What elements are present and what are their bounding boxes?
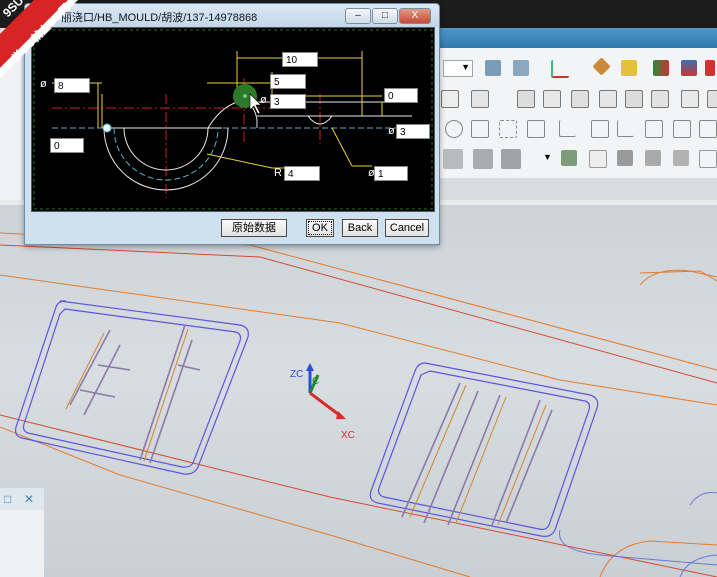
shaded-edges-icon[interactable] bbox=[617, 150, 633, 166]
color-swatch-icon[interactable] bbox=[443, 149, 463, 169]
length-top-input[interactable]: 10 bbox=[282, 52, 318, 67]
restore-icon[interactable]: □ bbox=[4, 492, 11, 506]
maximize-button[interactable]: □ bbox=[372, 8, 398, 24]
toolbar-row-4: ▼ bbox=[437, 148, 717, 170]
surface-icon-9[interactable] bbox=[707, 90, 717, 108]
shaded-icon-2[interactable] bbox=[645, 150, 661, 166]
surface-icon-5[interactable] bbox=[599, 90, 617, 108]
cancel-button[interactable]: Cancel bbox=[385, 219, 429, 237]
axis-yc-label: C bbox=[312, 376, 320, 387]
measure-icon[interactable] bbox=[591, 120, 609, 138]
axis-xc-label: XC bbox=[341, 430, 355, 441]
offset-left-input[interactable]: 0 bbox=[50, 138, 84, 153]
layer-icon[interactable] bbox=[485, 60, 501, 76]
snap-icon[interactable] bbox=[592, 57, 611, 76]
view-icon[interactable] bbox=[653, 60, 669, 76]
model-wireframe bbox=[0, 232, 717, 577]
transform-icon[interactable] bbox=[499, 120, 517, 138]
surface-icon-3[interactable] bbox=[543, 90, 561, 108]
surface-icon-7[interactable] bbox=[651, 90, 669, 108]
main-toolbar: ▼ ▼ bbox=[437, 48, 717, 178]
watermark-ribbon: 9SUG 学UG就上UG网 bbox=[0, 0, 90, 90]
angle-icon[interactable] bbox=[559, 120, 576, 137]
color-swatch-icon-2[interactable] bbox=[473, 149, 493, 169]
surface-icon-4[interactable] bbox=[571, 90, 589, 108]
docked-panel: □ ✕ bbox=[0, 488, 44, 577]
hidden-lines-icon[interactable] bbox=[699, 150, 717, 168]
minimize-button[interactable]: – bbox=[345, 8, 371, 24]
view-icon-2[interactable] bbox=[681, 60, 697, 76]
view-icon-3[interactable] bbox=[705, 60, 715, 76]
surface-icon[interactable] bbox=[471, 90, 489, 108]
measure-icon-3[interactable] bbox=[673, 120, 691, 138]
move-icon[interactable] bbox=[471, 120, 489, 138]
diameter-symbol: ø bbox=[388, 125, 395, 137]
toolbar-row-2 bbox=[437, 88, 717, 110]
measure-icon-4[interactable] bbox=[699, 120, 717, 138]
close-button[interactable]: X bbox=[399, 8, 431, 24]
length-mid-input[interactable]: 5 bbox=[270, 74, 306, 89]
mirror-icon[interactable] bbox=[527, 120, 545, 138]
chevron-down-icon[interactable]: ▼ bbox=[543, 152, 552, 162]
toolbar-dropdown[interactable]: ▼ bbox=[443, 60, 473, 77]
rotate-icon[interactable] bbox=[445, 120, 463, 138]
surface-icon-6[interactable] bbox=[625, 90, 643, 108]
offset-right-input[interactable]: 0 bbox=[384, 88, 418, 103]
chevron-down-icon: ▼ bbox=[461, 62, 470, 72]
ribbon-tab-bar bbox=[437, 28, 717, 48]
shaded-icon-3[interactable] bbox=[673, 150, 689, 166]
radius-input[interactable]: 4 bbox=[284, 166, 320, 181]
curve-icon[interactable] bbox=[441, 90, 459, 108]
color-swatch-icon-3[interactable] bbox=[501, 149, 521, 169]
diameter-symbol: ø bbox=[260, 94, 267, 106]
angle-icon-2[interactable] bbox=[617, 120, 634, 137]
shaded-icon[interactable] bbox=[561, 150, 577, 166]
csys-icon[interactable] bbox=[551, 60, 569, 78]
measure-icon-2[interactable] bbox=[645, 120, 663, 138]
back-button[interactable]: Back bbox=[342, 219, 378, 237]
wrench-icon[interactable] bbox=[621, 60, 637, 76]
original-data-button[interactable]: 原始数据 bbox=[221, 219, 287, 237]
dia-small-input[interactable]: 3 bbox=[270, 94, 306, 109]
gate-sketch-canvas: ø ø ø ø R 8 10 5 3 0 0 3 4 1 bbox=[31, 27, 435, 212]
surface-icon-2[interactable] bbox=[517, 90, 535, 108]
axis-zc-label: ZC bbox=[290, 369, 304, 380]
close-icon[interactable]: ✕ bbox=[24, 492, 34, 506]
toolbar-row-1: ▼ bbox=[437, 57, 717, 80]
dia-bottom-input[interactable]: 1 bbox=[374, 166, 408, 181]
dialog-title: 丽浇口/HB_MOULD/胡波/137-14978868 bbox=[61, 12, 258, 24]
height-right-input[interactable]: 3 bbox=[396, 124, 430, 139]
docked-panel-header: □ ✕ bbox=[0, 488, 44, 510]
wireframe-icon[interactable] bbox=[589, 150, 607, 168]
gate-sketch bbox=[33, 29, 433, 210]
layer-stack-icon[interactable] bbox=[513, 60, 529, 76]
toolbar-row-3 bbox=[437, 118, 717, 140]
surface-icon-8[interactable] bbox=[681, 90, 699, 108]
graphics-viewport[interactable]: ZC C XC bbox=[0, 205, 717, 577]
ok-button[interactable]: OK bbox=[306, 219, 334, 237]
radius-symbol: R bbox=[274, 167, 282, 179]
